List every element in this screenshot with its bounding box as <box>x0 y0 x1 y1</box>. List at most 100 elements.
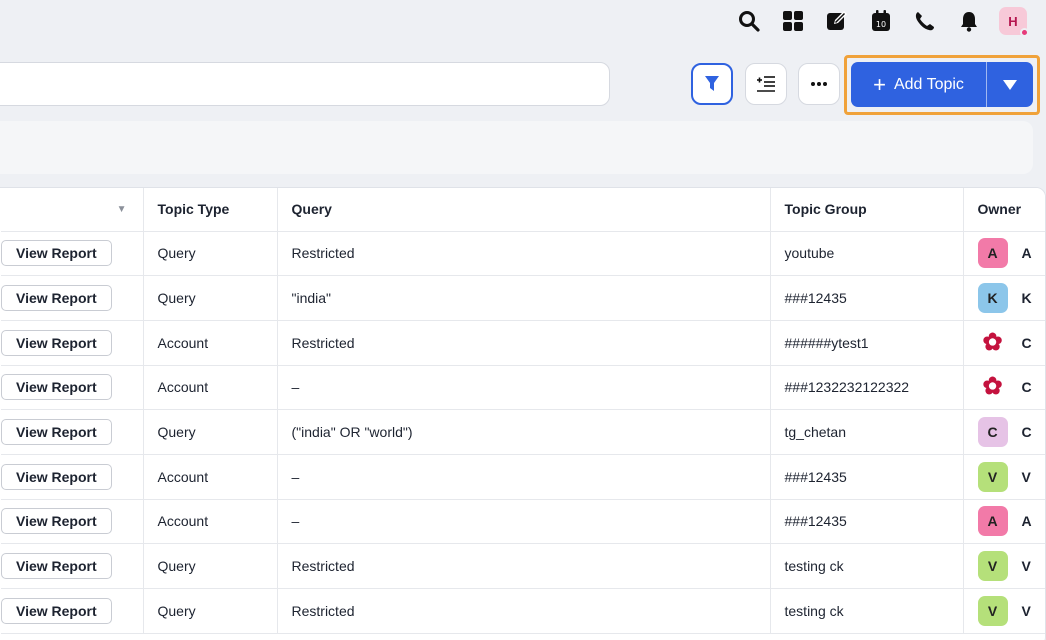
query-cell: Restricted <box>277 231 771 277</box>
view-report-button[interactable]: View Report <box>1 240 112 267</box>
topic-group-cell: youtube <box>770 231 964 277</box>
owner-cell: CC <box>963 409 1046 455</box>
query-cell: Restricted <box>277 543 771 589</box>
actions-cell: View Report <box>1 275 144 321</box>
view-report-button[interactable]: View Report <box>1 374 112 401</box>
owner[interactable]: KK <box>977 283 1046 314</box>
owner-cell: ✿ C <box>963 365 1046 411</box>
apps-grid-icon[interactable] <box>778 6 808 36</box>
topic-group-header[interactable]: Topic Group <box>770 188 964 232</box>
search-input[interactable] <box>0 62 610 106</box>
topic-type-cell: Account <box>143 454 278 500</box>
owner[interactable]: VV <box>977 461 1046 492</box>
top-header: 10 H <box>0 0 1046 42</box>
caret-down-icon <box>1003 79 1017 90</box>
owner[interactable]: VV <box>977 551 1046 582</box>
sort-caret-icon[interactable]: ▼ <box>117 204 127 215</box>
owner-cell: AA <box>963 499 1046 545</box>
table-header-row: ▼ Topic Type Query Topic Group Owner <box>1 188 1045 232</box>
topic-type-header[interactable]: Topic Type <box>143 188 278 232</box>
topic-group-cell: ###12435 <box>770 499 964 545</box>
add-topic-button[interactable]: + Add Topic <box>851 62 986 107</box>
phone-icon[interactable] <box>910 6 940 36</box>
search-icon[interactable] <box>734 6 764 36</box>
actions-cell: View Report <box>1 231 144 277</box>
view-report-button[interactable]: View Report <box>1 597 112 624</box>
owner-name: C <box>1021 424 1032 441</box>
view-report-button[interactable]: View Report <box>1 463 112 490</box>
topic-type-cell: Query <box>143 588 278 634</box>
actions-cell: View Report <box>1 543 144 589</box>
table-row[interactable]: View Report Query Restricted youtube A A <box>1 231 1046 277</box>
topic-group-cell: ###12435 <box>770 275 964 321</box>
calendar-icon[interactable]: 10 <box>866 6 896 36</box>
column-settings-button[interactable] <box>745 63 787 105</box>
query-cell: ("india" OR "world") <box>277 409 771 455</box>
actions-cell: View Report <box>1 409 144 455</box>
plus-icon: + <box>873 71 886 97</box>
owner-header[interactable]: Owner <box>963 188 1045 232</box>
topic-group-cell: ###1232232122322 <box>770 365 964 411</box>
topic-type-cell: Account <box>143 320 278 366</box>
table-row[interactable]: View Report Account – ###12435 V V <box>1 454 1046 500</box>
topic-type-cell: Query <box>143 543 278 589</box>
owner-avatar: C <box>977 417 1008 448</box>
owner[interactable]: ✿ C <box>978 328 1046 358</box>
query-cell: – <box>277 499 771 545</box>
status-dot <box>1020 28 1029 37</box>
actions-cell: View Report <box>1 320 144 366</box>
more-icon <box>811 82 827 86</box>
query-cell: – <box>277 454 771 500</box>
topic-type-cell: Account <box>143 499 278 545</box>
owner[interactable]: AA <box>977 506 1046 537</box>
owner[interactable]: ✿ C <box>978 372 1046 402</box>
user-avatar[interactable]: H <box>998 6 1029 37</box>
query-header[interactable]: Query <box>277 188 771 232</box>
owner-cell: VV <box>963 454 1046 500</box>
topic-type-cell: Account <box>143 365 278 411</box>
filter-strip <box>0 121 1033 174</box>
add-topic-split-button: + Add Topic <box>851 62 1033 107</box>
owner[interactable]: AA <box>977 238 1046 269</box>
view-report-button[interactable]: View Report <box>1 419 112 446</box>
query-cell: – <box>277 365 771 411</box>
table-row[interactable]: View Report Query "india" ###12435 K K <box>1 275 1046 321</box>
compose-icon[interactable] <box>822 6 852 36</box>
more-options-button[interactable] <box>798 63 840 105</box>
table-row[interactable]: View Report Account – ###12435 A A <box>1 499 1046 545</box>
topic-group-cell: tg_chetan <box>770 409 964 455</box>
owner-name: A <box>1021 245 1032 262</box>
owner-name: A <box>1021 513 1032 530</box>
view-report-button[interactable]: View Report <box>1 329 112 356</box>
actions-cell: View Report <box>1 588 144 634</box>
view-report-button[interactable]: View Report <box>1 553 112 580</box>
owner[interactable]: CC <box>977 417 1046 448</box>
avatar[interactable]: H <box>999 7 1029 37</box>
flower-avatar-icon: ✿ <box>982 328 1003 356</box>
add-topic-dropdown-button[interactable] <box>987 62 1033 107</box>
owner-name: C <box>1021 334 1032 351</box>
owner-name: C <box>1021 379 1032 396</box>
actions-column-header[interactable]: ▼ <box>1 188 144 232</box>
table-row[interactable]: View Report Account Restricted ######ytest1… <box>1 320 1046 366</box>
view-report-button[interactable]: View Report <box>1 285 112 312</box>
header-icons: 10 H <box>720 6 1029 37</box>
query-cell: "india" <box>277 275 771 321</box>
list-settings-icon <box>757 76 775 92</box>
query-cell: Restricted <box>277 588 771 634</box>
view-report-button[interactable]: View Report <box>1 508 112 535</box>
bell-icon[interactable] <box>954 6 984 36</box>
table-row[interactable]: View Report Query ("india" OR "world") tg_c… <box>1 409 1046 455</box>
owner-avatar: A <box>977 506 1008 537</box>
owner-name: K <box>1021 290 1032 307</box>
owner-cell: KK <box>963 275 1046 321</box>
table-row[interactable]: View Report Account – ###1232232122322 ✿ C <box>1 365 1046 411</box>
table-row[interactable]: View Report Query Restricted testing ck V V <box>1 588 1046 634</box>
topic-group-cell: testing ck <box>770 543 964 589</box>
owner-avatar: V <box>977 551 1008 582</box>
owner-avatar: A <box>977 238 1008 269</box>
owner[interactable]: VV <box>977 595 1046 626</box>
filter-button[interactable] <box>691 63 733 105</box>
topic-type-cell: Query <box>143 275 278 321</box>
table-row[interactable]: View Report Query Restricted testing ck V V <box>1 543 1046 589</box>
